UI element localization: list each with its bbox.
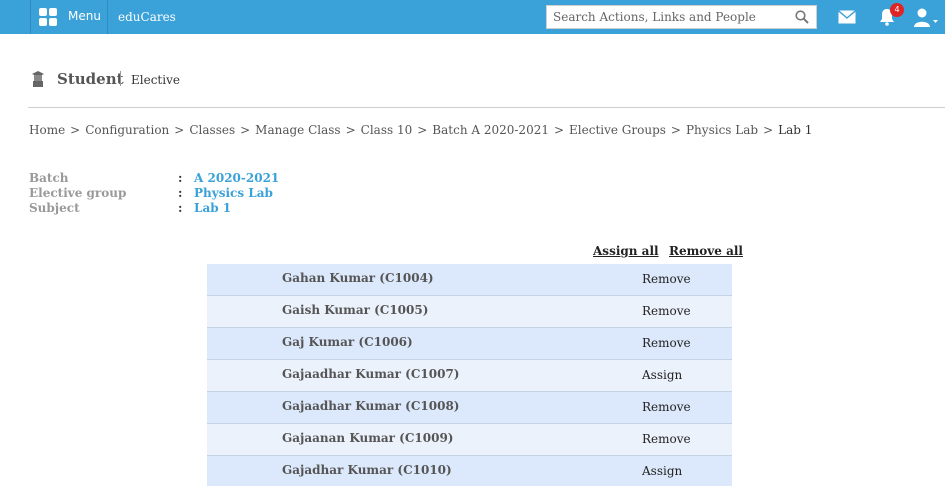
- student-name: Gahan Kumar (C1004): [282, 271, 434, 285]
- table-row: Gajaadhar Kumar (C1007) Assign: [207, 360, 732, 392]
- page-title: Student: [57, 70, 124, 88]
- breadcrumb-separator: >: [763, 123, 774, 137]
- table-row: Gajaanan Kumar (C1009) Remove: [207, 424, 732, 456]
- breadcrumb-configuration[interactable]: Configuration: [85, 123, 169, 137]
- info-value: Physics Lab: [194, 186, 273, 200]
- app-name[interactable]: eduCares: [118, 10, 176, 24]
- breadcrumb-separator: >: [70, 123, 81, 137]
- header-rule: [28, 107, 945, 108]
- table-row: Gaish Kumar (C1005) Remove: [207, 296, 732, 328]
- grid-icon: [39, 8, 57, 26]
- row-action-link[interactable]: Assign: [642, 464, 682, 478]
- header-divider: [120, 71, 121, 86]
- table-row: Gaj Kumar (C1006) Remove: [207, 328, 732, 360]
- assign-all-link[interactable]: Assign all: [593, 244, 659, 258]
- student-name: Gajaanan Kumar (C1009): [282, 431, 454, 445]
- info-value: A 2020-2021: [194, 171, 280, 185]
- search-box: [546, 5, 817, 29]
- page-subtitle: Elective: [131, 73, 180, 87]
- search-icon[interactable]: [795, 10, 809, 24]
- mail-icon[interactable]: [838, 10, 856, 24]
- row-action-link[interactable]: Remove: [642, 336, 691, 350]
- notification-badge: 4: [890, 3, 904, 17]
- row-action-link[interactable]: Remove: [642, 304, 691, 318]
- breadcrumb-home[interactable]: Home: [29, 123, 65, 137]
- breadcrumb-separator: >: [553, 123, 565, 137]
- info-value: Lab 1: [194, 201, 232, 215]
- table-row: Gajaadhar Kumar (C1008) Remove: [207, 392, 732, 424]
- breadcrumb-class[interactable]: Class 10: [361, 123, 413, 137]
- breadcrumb-separator: >: [240, 123, 251, 137]
- student-table: Gahan Kumar (C1004) Remove Gaish Kumar (…: [207, 264, 732, 486]
- search-input[interactable]: [547, 6, 787, 28]
- student-icon: [32, 71, 44, 87]
- student-name: Gajaadhar Kumar (C1007): [282, 367, 460, 381]
- breadcrumb: Home > Configuration > Classes > Manage Class >…: [29, 123, 812, 137]
- breadcrumb-classes[interactable]: Classes: [189, 123, 235, 137]
- info-colon: :: [178, 201, 183, 215]
- breadcrumb-elective-group[interactable]: Physics Lab: [686, 123, 758, 137]
- user-icon[interactable]: [914, 7, 938, 27]
- table-row: Gajadhar Kumar (C1010) Assign: [207, 456, 732, 486]
- breadcrumb-separator: >: [417, 123, 428, 137]
- breadcrumb-current: Lab 1: [778, 123, 813, 137]
- top-bar: Menu eduCares 4: [0, 0, 945, 34]
- breadcrumb-elective-groups[interactable]: Elective Groups: [569, 123, 666, 137]
- remove-all-link[interactable]: Remove all: [669, 244, 743, 258]
- breadcrumb-separator: >: [345, 123, 356, 137]
- menu-label: Menu: [68, 9, 101, 23]
- breadcrumb-separator: >: [670, 123, 681, 137]
- student-name: Gaj Kumar (C1006): [282, 335, 413, 349]
- student-name: Gajaadhar Kumar (C1008): [282, 399, 460, 413]
- breadcrumb-separator: >: [174, 123, 185, 137]
- breadcrumb-manage-class[interactable]: Manage Class: [255, 123, 340, 137]
- info-label: Subject: [29, 201, 80, 215]
- table-row: Gahan Kumar (C1004) Remove: [207, 264, 732, 296]
- info-colon: :: [178, 186, 183, 200]
- row-action-link[interactable]: Remove: [642, 432, 691, 446]
- row-action-link[interactable]: Assign: [642, 368, 682, 382]
- info-label: Batch: [29, 171, 69, 185]
- student-name: Gajadhar Kumar (C1010): [282, 463, 452, 477]
- row-action-link[interactable]: Remove: [642, 272, 691, 286]
- info-label: Elective group: [29, 186, 127, 200]
- menu-button[interactable]: Menu: [30, 0, 108, 34]
- info-colon: :: [178, 171, 183, 185]
- breadcrumb-batch[interactable]: Batch A 2020-2021: [432, 123, 549, 137]
- row-action-link[interactable]: Remove: [642, 400, 691, 414]
- student-name: Gaish Kumar (C1005): [282, 303, 429, 317]
